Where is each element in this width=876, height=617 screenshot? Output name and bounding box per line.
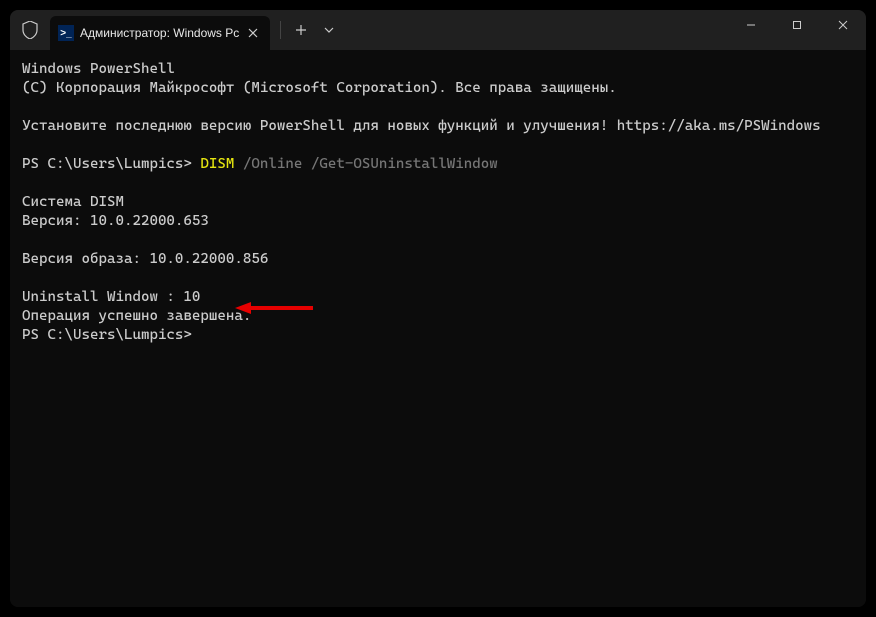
tab-title: Администратор: Windows Pc <box>80 26 244 40</box>
dism-version: Версия: 10.0.22000.653 <box>22 213 209 229</box>
powershell-icon-glyph: >_ <box>60 28 71 39</box>
minimize-button[interactable] <box>728 10 774 40</box>
window-controls <box>728 10 866 50</box>
maximize-button[interactable] <box>774 10 820 40</box>
terminal-body[interactable]: Windows PowerShell (C) Корпорация Майкро… <box>10 50 866 607</box>
prompt: PS C:\Users\Lumpics> <box>22 327 192 343</box>
shield-icon <box>10 21 50 39</box>
operation-result: Операция успешно завершена. <box>22 308 251 324</box>
cmd-args: /Online /Get-OSUninstallWindow <box>234 156 497 172</box>
titlebar: >_ Администратор: Windows Pc <box>10 10 866 50</box>
terminal-window: >_ Администратор: Windows Pc Win <box>10 10 866 607</box>
cmd-dism: DISM <box>200 156 234 172</box>
ps-update-link: https://aka.ms/PSWindows <box>617 118 821 134</box>
tab-divider <box>280 21 281 39</box>
prompt: PS C:\Users\Lumpics> <box>22 156 200 172</box>
close-tab-button[interactable] <box>244 24 262 42</box>
active-tab[interactable]: >_ Администратор: Windows Pc <box>50 16 270 50</box>
uninstall-window-value: Uninstall Window : 10 <box>22 289 200 305</box>
ps-copyright: (C) Корпорация Майкрософт (Microsoft Cor… <box>22 80 617 96</box>
powershell-icon: >_ <box>58 25 74 41</box>
dism-system: Cистема DISM <box>22 194 124 210</box>
ps-header: Windows PowerShell <box>22 61 175 77</box>
new-tab-button[interactable] <box>287 16 315 44</box>
close-window-button[interactable] <box>820 10 866 40</box>
image-version: Версия образа: 10.0.22000.856 <box>22 251 268 267</box>
ps-update-msg: Установите последнюю версию PowerShell д… <box>22 118 617 134</box>
tab-dropdown-button[interactable] <box>315 16 343 44</box>
